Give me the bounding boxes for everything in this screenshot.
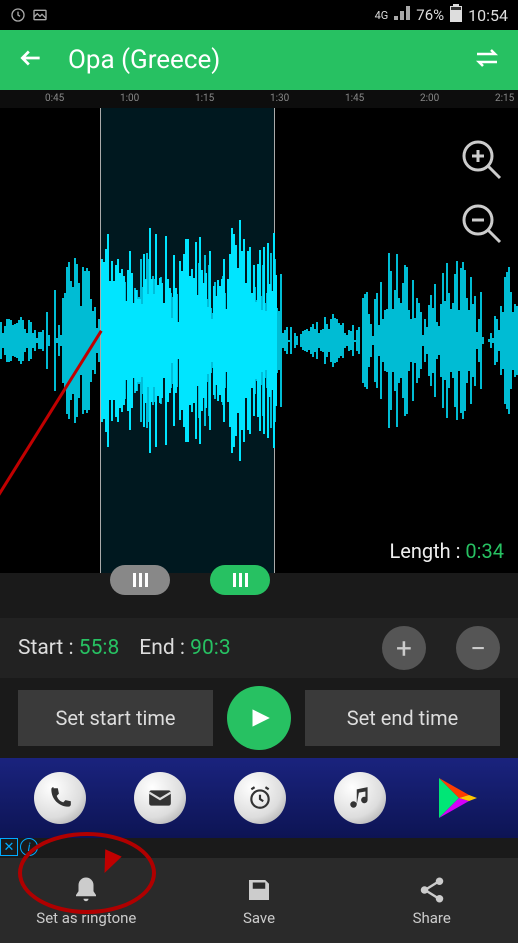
start-time-display: Start : 55:8 [18,636,119,660]
play-store-icon [434,773,484,823]
bell-icon [71,875,101,905]
network-label: 4G [375,9,389,22]
bottom-nav: Set as ringtone Save Share [0,858,518,943]
time-info-row: Start : 55:8 End : 90:3 + − [0,618,518,678]
ad-info-icon: i [20,838,38,856]
back-button[interactable] [18,45,44,75]
minus-button[interactable]: − [456,626,500,670]
ad-banner[interactable]: ✕i [0,758,518,838]
waveform-editor[interactable]: Length : 0:34 [0,108,518,573]
play-button[interactable] [227,686,291,750]
loop-button[interactable] [474,47,500,73]
set-start-button[interactable]: Set start time [18,690,213,746]
end-handle[interactable] [210,565,270,595]
ad-close-icon: ✕ [0,838,18,856]
save-button[interactable]: Save [173,858,346,943]
zoom-out-button[interactable] [460,202,506,252]
share-button[interactable]: Share [345,858,518,943]
music-icon [334,772,386,824]
set-ringtone-button[interactable]: Set as ringtone [0,858,173,943]
length-display: Length : 0:34 [389,539,504,563]
page-title: Opa (Greece) [68,45,450,75]
start-handle[interactable] [110,565,170,595]
timeline-ruler: 0:45 1:00 1:15 1:30 1:45 2:00 2:15 [0,90,518,108]
clock-label: 10:54 [468,6,508,25]
image-icon [32,7,48,23]
handle-row [0,573,518,608]
save-icon [244,875,274,905]
clock-icon [10,7,26,23]
selection-range[interactable] [100,108,275,573]
signal-icon [394,6,410,24]
status-bar: 4G 76% 10:54 [0,0,518,30]
zoom-in-button[interactable] [460,138,506,188]
share-icon [417,875,447,905]
mail-icon [134,772,186,824]
app-header: Opa (Greece) [0,30,518,90]
ad-info[interactable]: ✕i [0,838,38,856]
plus-button[interactable]: + [382,626,426,670]
alarm-icon [234,772,286,824]
phone-icon [34,772,86,824]
controls-row: Set start time Set end time [0,678,518,758]
battery-icon [450,4,462,26]
set-end-button[interactable]: Set end time [305,690,500,746]
battery-label: 76% [416,6,444,24]
end-time-display: End : 90:3 [139,636,230,660]
